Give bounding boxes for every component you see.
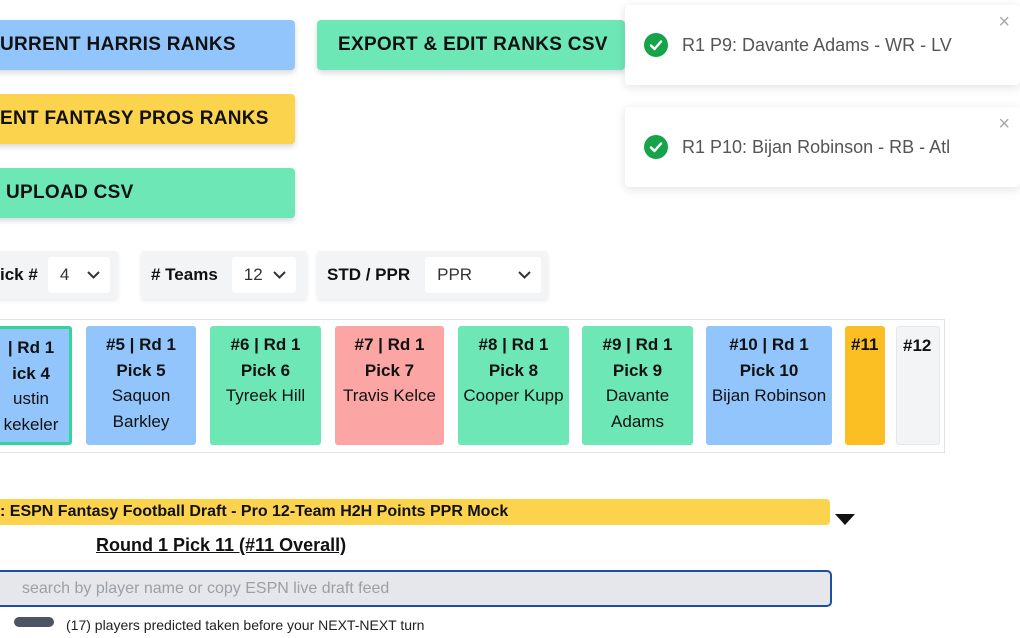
scoring-group: STD / PPR PPR [317,251,548,299]
scoring-label: STD / PPR [327,265,411,284]
pick-cell-player: Saquon Barkley [111,386,171,431]
export-edit-csv-label: EXPORT & EDIT RANKS CSV [338,34,608,55]
pick-cell-header: #9 | Rd 1 [602,335,673,354]
pick-cell-5[interactable]: #5 | Rd 1 Pick 5 Saquon Barkley [86,326,196,445]
pick-cell-9[interactable]: #9 | Rd 1 Pick 9 Davante Adams [582,326,693,445]
close-icon[interactable]: × [998,113,1010,136]
close-icon[interactable]: × [998,11,1010,34]
toggle-pill[interactable] [14,617,54,627]
pick-cell-header: | Rd 1 [7,338,55,357]
pick-cell-pick: Pick 5 [116,360,166,380]
pick-cell-header: #10 | Rd 1 [729,335,809,354]
harris-ranks-button[interactable]: URRENT HARRIS RANKS [0,20,295,70]
pick-cell-8[interactable]: #8 | Rd 1 Pick 8 Cooper Kupp [458,326,569,445]
pick-cell-pick: Pick 6 [240,360,291,380]
pick-cell-pick: Pick 8 [488,360,539,380]
pick-cell-player: Travis Kelce [343,386,436,405]
pick-cell-12[interactable]: #12 [896,326,940,445]
pick-cell-10[interactable]: #10 | Rd 1 Pick 10 Bijan Robinson [706,326,832,445]
pick-cell-pick: ick 4 [12,363,50,383]
check-circle-icon [644,33,668,57]
scoring-select[interactable]: PPR [425,257,542,293]
toast-notification: R1 P10: Bijan Robinson - RB - Atl × [625,107,1020,187]
upload-csv-label: UPLOAD CSV [6,182,134,203]
export-edit-csv-button[interactable]: EXPORT & EDIT RANKS CSV [317,20,625,70]
chevron-down-icon [87,271,100,279]
pick-number-label: ick # [0,265,38,284]
toast-message: R1 P10: Bijan Robinson - RB - Atl [682,136,951,157]
pick-cell-header: #12 [903,336,932,355]
pick-cell-11[interactable]: #11 [845,326,885,445]
pick-number-value: 4 [59,265,70,284]
fantasy-pros-ranks-button[interactable]: ENT FANTASY PROS RANKS [0,94,295,144]
teams-label: # Teams [151,265,218,284]
pick-cell-6[interactable]: #6 | Rd 1 Pick 6 Tyreek Hill [210,326,321,445]
scoring-value: PPR [437,265,473,284]
search-input[interactable] [0,570,832,607]
toast-notification: R1 P9: Davante Adams - WR - LV × [625,5,1020,85]
pick-cell-player: Cooper Kupp [463,386,564,405]
pick-cell-player: ustin kekeler [3,389,59,434]
chevron-down-icon [518,271,531,279]
pick-cell-header: #6 | Rd 1 [230,335,301,354]
pick-cell-header: #8 | Rd 1 [478,335,549,354]
teams-value: 12 [243,265,263,284]
pick-cell-player: Bijan Robinson [711,386,827,405]
harris-ranks-label: URRENT HARRIS RANKS [0,34,236,55]
round-pick-label: Round 1 Pick 11 (#11 Overall) [96,535,347,555]
pick-cell-header: #5 | Rd 1 [106,335,176,354]
teams-select[interactable]: 12 [231,257,296,293]
triangle-down-icon[interactable] [835,514,855,526]
mock-draft-title: : ESPN Fantasy Football Draft - Pro 12-T… [0,503,509,520]
chevron-down-icon [273,271,286,279]
pick-cell-7[interactable]: #7 | Rd 1 Pick 7 Travis Kelce [335,326,444,445]
pick-cell-header: #11 [851,335,879,354]
pick-cell-4[interactable]: | Rd 1 ick 4 ustin kekeler [0,326,72,445]
pick-number-select[interactable]: 4 [47,257,110,293]
pick-cell-player: Tyreek Hill [225,386,306,405]
pick-cell-player: Davante Adams [605,386,670,431]
pick-cell-pick: Pick 10 [739,360,799,380]
check-circle-icon [644,135,668,159]
teams-group: # Teams 12 [141,251,307,299]
pick-number-group: ick # 4 [0,251,118,299]
mock-draft-title-bar[interactable]: : ESPN Fantasy Football Draft - Pro 12-T… [0,499,830,525]
toast-message: R1 P9: Davante Adams - WR - LV [682,34,952,55]
predicted-taken-note: (17) players predicted taken before your… [66,617,425,633]
pick-cell-pick: Pick 7 [364,360,415,380]
pick-cell-pick: Pick 9 [612,360,663,380]
fantasy-pros-ranks-label: ENT FANTASY PROS RANKS [0,108,269,129]
upload-csv-button[interactable]: UPLOAD CSV [0,168,295,218]
pick-cell-header: #7 | Rd 1 [354,335,425,354]
